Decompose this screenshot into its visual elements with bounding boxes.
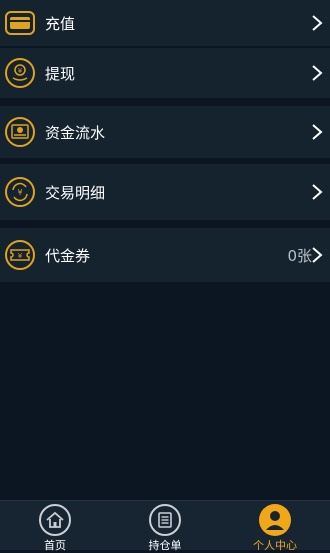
tab-label: 首页 bbox=[44, 539, 66, 552]
tab-label: 个人中心 bbox=[253, 539, 297, 552]
menu-item-trade-details[interactable]: ¥ 交易明细 bbox=[0, 164, 330, 220]
menu-item-label: 充值 bbox=[45, 14, 76, 33]
menu-item-voucher[interactable]: ¥ 代金券 0张 bbox=[0, 228, 330, 282]
tab-home[interactable]: 首页 bbox=[0, 501, 110, 552]
svg-text:¥: ¥ bbox=[18, 252, 23, 260]
menu-item-recharge[interactable]: 充值 bbox=[0, 0, 330, 46]
menu-item-withdraw[interactable]: ¥ 提现 bbox=[0, 48, 330, 98]
bottom-tab-bar: 首页 持仓单 个人中心 bbox=[0, 500, 330, 552]
ledger-icon bbox=[5, 117, 35, 147]
user-icon bbox=[259, 504, 291, 536]
chevron-right-icon bbox=[312, 65, 323, 81]
chevron-right-icon bbox=[312, 184, 323, 200]
voucher-icon: ¥ bbox=[5, 240, 35, 270]
home-icon bbox=[39, 504, 71, 536]
tab-positions[interactable]: 持仓单 bbox=[110, 501, 220, 552]
menu-item-label: 资金流水 bbox=[45, 123, 106, 142]
menu-item-label: 提现 bbox=[45, 64, 76, 83]
menu-item-fund-flow[interactable]: 资金流水 bbox=[0, 106, 330, 158]
voucher-count: 0张 bbox=[287, 246, 312, 265]
svg-text:¥: ¥ bbox=[18, 67, 23, 75]
tab-profile[interactable]: 个人中心 bbox=[220, 501, 330, 552]
chevron-right-icon bbox=[312, 247, 323, 263]
card-icon bbox=[5, 11, 35, 35]
list-icon bbox=[149, 504, 181, 536]
tab-label: 持仓单 bbox=[148, 539, 182, 552]
withdraw-icon: ¥ bbox=[5, 58, 35, 88]
exchange-icon: ¥ bbox=[5, 177, 35, 207]
menu-item-label: 交易明细 bbox=[45, 183, 106, 202]
chevron-right-icon bbox=[312, 124, 323, 140]
menu-item-label: 代金券 bbox=[45, 246, 91, 265]
svg-text:¥: ¥ bbox=[17, 188, 22, 197]
chevron-right-icon bbox=[312, 15, 323, 31]
